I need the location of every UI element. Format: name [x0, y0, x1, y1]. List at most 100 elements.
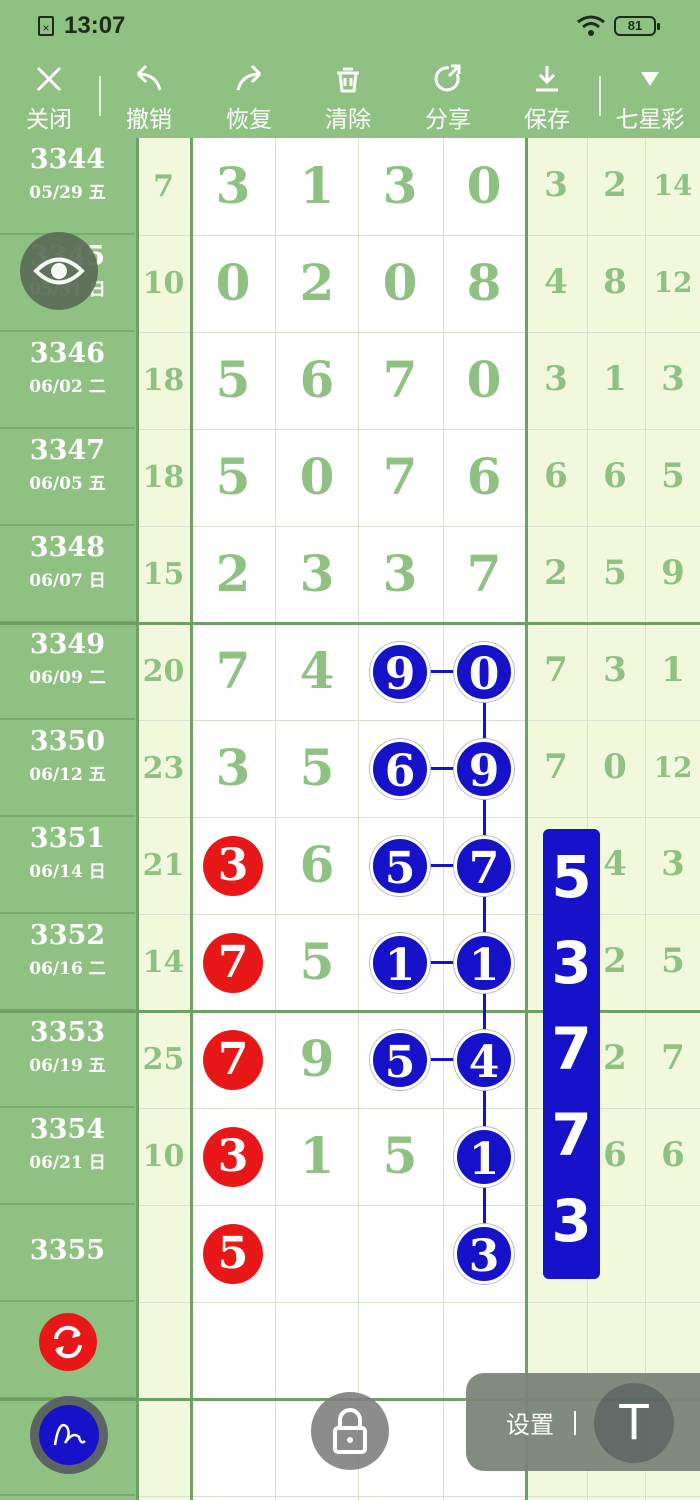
undo-button[interactable]: 撤销: [104, 52, 194, 138]
section-divider: [190, 138, 193, 1500]
digit-cell[interactable]: 5: [358, 1126, 442, 1185]
digit-cell[interactable]: 5: [191, 447, 275, 506]
digit-cell[interactable]: 6: [275, 835, 359, 894]
close-button[interactable]: 关闭: [4, 52, 94, 138]
digit-cell[interactable]: 5: [275, 738, 359, 797]
section-divider: [136, 138, 139, 1500]
save-button[interactable]: 保存: [502, 52, 592, 138]
blue-ball[interactable]: 9: [370, 641, 430, 702]
blue-ball[interactable]: 4: [454, 1029, 514, 1090]
digit-cell[interactable]: 3: [358, 156, 442, 215]
extra-cell: 3: [661, 358, 685, 399]
text-tool-button[interactable]: T: [594, 1383, 674, 1463]
draw-pen-button[interactable]: [30, 1396, 108, 1474]
red-ball[interactable]: 5: [203, 1223, 263, 1284]
extra-cell: 5: [661, 455, 685, 496]
extra-cell: 12: [653, 265, 693, 299]
grid-line: [136, 1108, 700, 1109]
draw-date: 06/09 二: [29, 668, 106, 688]
extra-cell: 1: [603, 358, 627, 399]
digit-cell[interactable]: 3: [191, 738, 275, 797]
red-ball[interactable]: 3: [203, 835, 263, 896]
settings-panel[interactable]: 设置 T: [466, 1373, 700, 1471]
sum-cell: 23: [142, 750, 185, 786]
share-icon: [434, 64, 461, 92]
grid-line: [136, 332, 700, 333]
settings-button[interactable]: 设置: [506, 1405, 554, 1440]
extra-cell: 2: [603, 164, 627, 205]
eye-icon: [33, 257, 85, 285]
blue-ball[interactable]: 1: [454, 932, 514, 993]
blue-ball[interactable]: 0: [454, 641, 514, 702]
digit-cell[interactable]: 6: [275, 350, 359, 409]
extra-cell: 5: [661, 940, 685, 981]
digit-cell[interactable]: 9: [275, 1029, 359, 1088]
digit-cell[interactable]: 6: [442, 447, 526, 506]
extra-cell: 7: [661, 1037, 685, 1078]
sum-cell: 7: [153, 168, 174, 204]
extra-cell: 6: [544, 455, 568, 496]
dropdown-icon: [641, 72, 659, 86]
toolbar: 关闭 撤销 恢复 清除 分享 保存 七星彩: [0, 52, 700, 138]
digit-cell[interactable]: 5: [275, 932, 359, 991]
undo-label: 撤销: [126, 106, 172, 132]
ball-connector: [482, 992, 486, 1030]
redo-button[interactable]: 恢复: [204, 52, 294, 138]
pen-icon: [53, 1423, 86, 1446]
digit-cell[interactable]: 0: [442, 350, 526, 409]
red-ball[interactable]: 3: [203, 1126, 263, 1187]
red-ball[interactable]: 7: [203, 1029, 263, 1090]
refresh-button[interactable]: [39, 1313, 97, 1371]
pen-button-inner: [39, 1405, 99, 1465]
digit-cell[interactable]: 8: [442, 253, 526, 312]
extra-cell: 1: [661, 649, 685, 690]
extra-cell: 12: [653, 750, 693, 784]
digit-cell[interactable]: 7: [358, 350, 442, 409]
digit-cell[interactable]: 7: [191, 641, 275, 700]
extra-cell: 5: [603, 552, 627, 593]
visibility-toggle-button[interactable]: [20, 232, 98, 310]
digit-cell[interactable]: 1: [275, 156, 359, 215]
digit-cell[interactable]: 4: [275, 641, 359, 700]
blue-ball[interactable]: 7: [454, 835, 514, 896]
overlay-digit: 3: [551, 929, 592, 997]
trend-grid[interactable]: 334405/29 五731303214334505/31 日100208481…: [0, 138, 700, 1500]
extra-cell: 0: [603, 746, 627, 787]
extra-cell: 6: [603, 455, 627, 496]
digit-cell[interactable]: 7: [442, 544, 526, 603]
digit-cell[interactable]: 3: [275, 544, 359, 603]
clear-button[interactable]: 清除: [303, 52, 393, 138]
digit-cell[interactable]: 2: [191, 544, 275, 603]
section-divider: [525, 138, 528, 1500]
digit-cell[interactable]: 5: [191, 350, 275, 409]
share-button[interactable]: 分享: [403, 52, 493, 138]
digit-cell[interactable]: 2: [275, 253, 359, 312]
digit-cell[interactable]: 1: [275, 1126, 359, 1185]
lottery-type-dropdown[interactable]: 七星彩: [605, 52, 695, 138]
blue-ball[interactable]: 1: [454, 1126, 514, 1187]
digit-cell[interactable]: 0: [191, 253, 275, 312]
blue-ball[interactable]: 6: [370, 738, 430, 799]
blue-ball[interactable]: 1: [370, 932, 430, 993]
digit-cell[interactable]: 3: [191, 156, 275, 215]
digit-cell[interactable]: 3: [358, 544, 442, 603]
extra-cell: 3: [661, 843, 685, 884]
period-number: 3346: [29, 338, 106, 369]
overlay-number-panel[interactable]: 5 3 7 7 3: [543, 829, 600, 1279]
sum-cell: 21: [142, 847, 185, 883]
blue-ball[interactable]: 5: [370, 835, 430, 896]
digit-cell[interactable]: 7: [358, 447, 442, 506]
blue-ball[interactable]: 9: [454, 738, 514, 799]
sum-cell: 25: [142, 1041, 185, 1077]
digit-cell[interactable]: 0: [442, 156, 526, 215]
grid-line: [136, 1496, 700, 1497]
sum-cell: 18: [142, 459, 185, 495]
digit-cell[interactable]: 0: [358, 253, 442, 312]
blue-ball[interactable]: 3: [454, 1223, 514, 1284]
red-ball[interactable]: 7: [203, 932, 263, 993]
sum-cell: 10: [142, 1138, 185, 1174]
close-label: 关闭: [26, 106, 72, 132]
lock-button[interactable]: [311, 1392, 389, 1470]
blue-ball[interactable]: 5: [370, 1029, 430, 1090]
digit-cell[interactable]: 0: [275, 447, 359, 506]
